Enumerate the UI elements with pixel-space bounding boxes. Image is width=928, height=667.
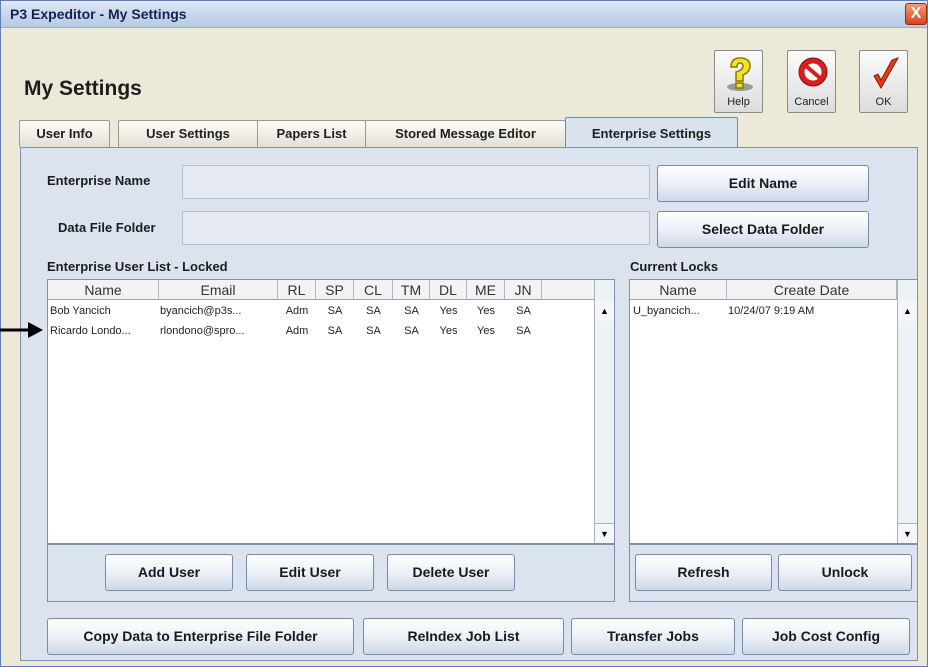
- edit-name-button[interactable]: Edit Name: [657, 165, 869, 202]
- help-button[interactable]: Help: [714, 50, 763, 113]
- lock-name: U_byancich...: [633, 305, 700, 317]
- close-button[interactable]: X: [905, 3, 927, 25]
- tab-user-settings[interactable]: User Settings: [118, 120, 258, 147]
- enterprise-settings-panel: Enterprise Name Edit Name Data File Fold…: [20, 147, 918, 661]
- column-header-rl[interactable]: RL: [278, 280, 316, 300]
- locks-table-scrollbar[interactable]: ▲ ▼: [897, 280, 917, 543]
- enterprise-name-label: Enterprise Name: [47, 173, 151, 188]
- scroll-up-arrow-icon[interactable]: ▲: [595, 301, 614, 321]
- scroll-up-arrow-icon[interactable]: ▲: [898, 301, 917, 321]
- user-email: rlondono@spro...: [160, 325, 245, 337]
- job-cost-config-button[interactable]: Job Cost Config: [742, 618, 910, 655]
- user-sp: SA: [327, 305, 343, 317]
- close-icon: X: [910, 5, 922, 22]
- user-jn: SA: [516, 325, 531, 337]
- user-dl: Yes: [439, 325, 458, 337]
- edit-user-button[interactable]: Edit User: [246, 554, 374, 591]
- help-label: Help: [727, 96, 750, 108]
- table-row[interactable]: U_byancich... 10/24/07 9:19 AM: [630, 301, 897, 321]
- table-row[interactable]: Bob Yancich byancich@p3s... Adm SA SA SA…: [48, 301, 594, 321]
- data-file-folder-field[interactable]: [182, 211, 650, 245]
- user-list-title: Enterprise User List - Locked: [47, 259, 228, 274]
- scroll-down-arrow-icon[interactable]: ▼: [898, 523, 917, 543]
- table-row[interactable]: Ricardo Londo... rlondono@spro... Adm SA…: [48, 321, 594, 341]
- user-sp: SA: [327, 325, 343, 337]
- page-title: My Settings: [24, 77, 142, 100]
- data-file-folder-label: Data File Folder: [58, 220, 156, 235]
- user-cl: SA: [366, 325, 381, 337]
- tab-papers-list[interactable]: Papers List: [257, 120, 366, 147]
- add-user-button[interactable]: Add User: [105, 554, 233, 591]
- lock-create-date: 10/24/07 9:19 AM: [728, 305, 815, 317]
- tab-user-info[interactable]: User Info: [19, 120, 110, 147]
- scroll-down-arrow-icon[interactable]: ▼: [595, 523, 614, 543]
- user-list-table[interactable]: Name Email RL SP CL TM DL ME JN Bob Yanc…: [47, 279, 615, 544]
- column-header-dl[interactable]: DL: [430, 280, 467, 300]
- user-jn: SA: [516, 305, 531, 317]
- check-icon: [873, 57, 900, 90]
- column-header-me[interactable]: ME: [467, 280, 505, 300]
- column-header-email[interactable]: Email: [159, 280, 278, 300]
- help-icon: [727, 57, 753, 91]
- title-bar[interactable]: P3 Expeditor - My Settings X: [1, 1, 927, 28]
- user-table-header: Name Email RL SP CL TM DL ME JN: [48, 280, 594, 300]
- cancel-icon: [798, 57, 828, 87]
- reindex-job-list-button[interactable]: ReIndex Job List: [363, 618, 564, 655]
- user-actions-bar: Add User Edit User Delete User: [47, 544, 615, 602]
- column-header-jn[interactable]: JN: [505, 280, 542, 300]
- user-name: Bob Yancich: [50, 305, 111, 317]
- user-me: Yes: [477, 325, 495, 337]
- current-locks-table[interactable]: Name Create Date U_byancich... 10/24/07 …: [629, 279, 918, 544]
- user-rl: Adm: [285, 305, 309, 317]
- column-header-sp[interactable]: SP: [316, 280, 354, 300]
- transfer-jobs-button[interactable]: Transfer Jobs: [571, 618, 735, 655]
- user-email: byancich@p3s...: [160, 305, 242, 317]
- column-header-create-date[interactable]: Create Date: [727, 280, 897, 300]
- settings-window: P3 Expeditor - My Settings X My Settings…: [0, 0, 928, 667]
- user-rl: Adm: [285, 325, 309, 337]
- column-header-lock-name[interactable]: Name: [630, 280, 727, 300]
- user-cl: SA: [366, 305, 381, 317]
- tab-enterprise-settings[interactable]: Enterprise Settings: [565, 117, 738, 148]
- column-header-cl[interactable]: CL: [354, 280, 393, 300]
- user-name: Ricardo Londo...: [50, 325, 131, 337]
- delete-user-button[interactable]: Delete User: [387, 554, 515, 591]
- unlock-button[interactable]: Unlock: [778, 554, 912, 591]
- user-table-scrollbar[interactable]: ▲ ▼: [594, 280, 614, 543]
- current-locks-title: Current Locks: [630, 259, 719, 274]
- refresh-button[interactable]: Refresh: [635, 554, 772, 591]
- user-me: Yes: [477, 305, 495, 317]
- enterprise-name-field[interactable]: [182, 165, 650, 199]
- user-dl: Yes: [439, 305, 458, 317]
- ok-label: OK: [875, 96, 892, 108]
- tab-stored-message-editor[interactable]: Stored Message Editor: [365, 120, 566, 147]
- ok-button[interactable]: OK: [859, 50, 908, 113]
- copy-data-button[interactable]: Copy Data to Enterprise File Folder: [47, 618, 354, 655]
- lock-actions-bar: Refresh Unlock: [629, 544, 918, 602]
- user-tm: SA: [404, 325, 419, 337]
- column-header-tm[interactable]: TM: [393, 280, 430, 300]
- window-title: P3 Expeditor - My Settings: [10, 6, 187, 22]
- cancel-label: Cancel: [794, 96, 829, 108]
- cancel-button[interactable]: Cancel: [787, 50, 836, 113]
- column-header-name[interactable]: Name: [48, 280, 159, 300]
- locks-table-header: Name Create Date: [630, 280, 897, 300]
- callout-arrow-icon: [0, 322, 43, 338]
- select-data-folder-button[interactable]: Select Data Folder: [657, 211, 869, 248]
- user-tm: SA: [404, 305, 419, 317]
